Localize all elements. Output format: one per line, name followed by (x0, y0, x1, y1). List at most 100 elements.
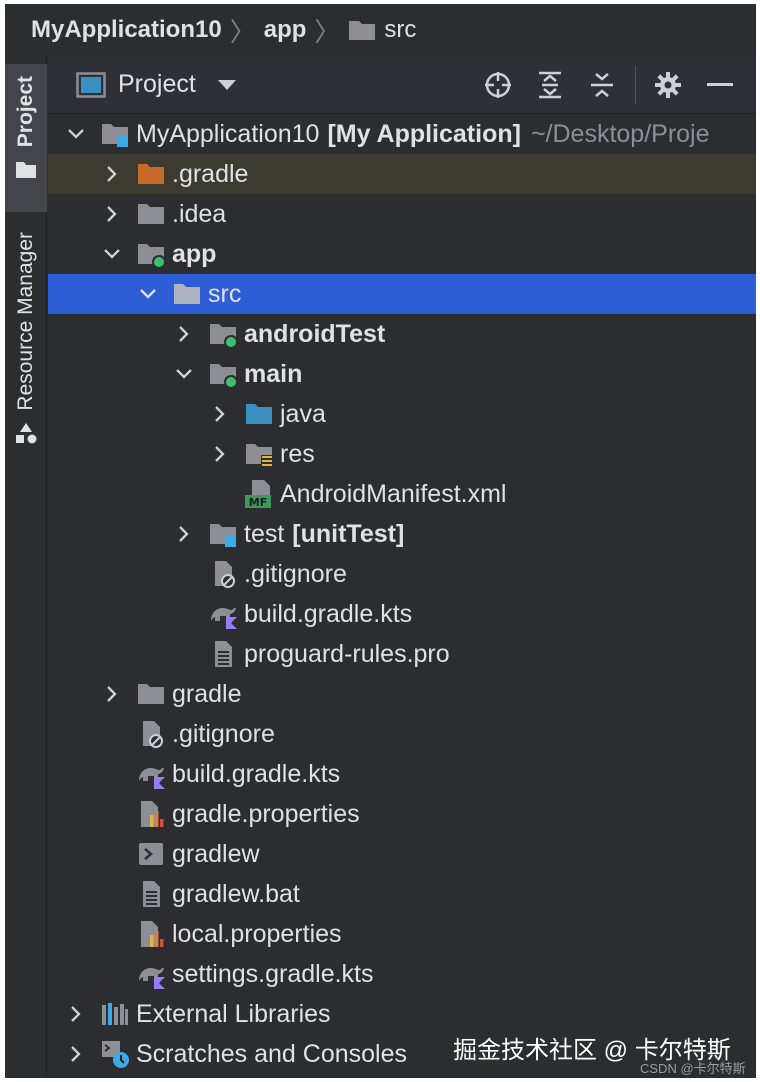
library-icon (100, 999, 130, 1029)
chevron-right-icon[interactable] (174, 324, 194, 344)
project-view-icon (76, 71, 106, 98)
source-set-folder-icon (208, 319, 238, 349)
toolbar-divider (635, 66, 636, 104)
tree-row[interactable]: main (48, 354, 756, 394)
source-set-folder-icon (208, 359, 238, 389)
tree-row[interactable]: MF AndroidManifest.xml (48, 474, 756, 514)
properties-file-icon (136, 799, 166, 829)
tree-label: java (280, 399, 326, 428)
test-folder-icon (208, 519, 238, 549)
tree-row-root[interactable]: MyApplication10 [My Application] ~/Deskt… (48, 114, 756, 154)
chevron-right-icon[interactable] (66, 1044, 86, 1064)
tree-label: local.properties (172, 919, 342, 948)
hide-icon[interactable] (704, 69, 736, 101)
chevron-down-icon[interactable] (102, 244, 122, 264)
chevron-down-icon[interactable] (138, 284, 158, 304)
chevron-down-icon[interactable] (66, 124, 86, 144)
tree-row[interactable]: local.properties (48, 914, 756, 954)
module-name: [My Application] (327, 119, 521, 148)
project-panel: Project MyApplication10 [My Application]… (48, 56, 756, 1078)
tree-label: app (172, 239, 217, 268)
tree-row[interactable]: .gitignore (48, 714, 756, 754)
tree-label: androidTest (244, 319, 386, 348)
scratches-icon (100, 1039, 130, 1069)
breadcrumb-project[interactable]: MyApplication10 (31, 16, 222, 44)
tree-row[interactable]: gradle (48, 674, 756, 714)
chevron-right-icon[interactable] (174, 524, 194, 544)
tree-row[interactable]: androidTest (48, 314, 756, 354)
module-folder-icon (136, 239, 166, 269)
tree-row[interactable]: .idea (48, 194, 756, 234)
tree-label: main (244, 359, 303, 388)
tree-row[interactable]: settings.gradle.kts (48, 954, 756, 994)
chevron-right-icon[interactable] (66, 1004, 86, 1024)
project-tab-label: Project (14, 76, 37, 148)
project-view-title[interactable]: Project (118, 70, 196, 99)
tree-row[interactable]: test [unitTest] (48, 514, 756, 554)
expand-all-icon[interactable] (534, 69, 566, 101)
breadcrumb-separator: 〉 (229, 16, 256, 47)
tree-label: gradlew (172, 839, 260, 868)
tree-label: External Libraries (136, 999, 331, 1028)
tree-row[interactable]: gradlew.bat (48, 874, 756, 914)
gear-icon[interactable] (652, 69, 684, 101)
chevron-right-icon[interactable] (102, 204, 122, 224)
chevron-down-icon[interactable] (217, 79, 236, 90)
tree-row[interactable]: gradlew (48, 834, 756, 874)
tree-label: res (280, 439, 315, 468)
tree-label: test (244, 519, 285, 548)
project-path: ~/Desktop/Proje (530, 119, 710, 148)
breadcrumb-module[interactable]: app (264, 16, 307, 44)
chevron-right-icon[interactable] (210, 404, 230, 424)
resource-manager-tab-label: Resource Manager (14, 232, 37, 411)
manifest-file-icon: MF (244, 479, 274, 509)
tree-label: MyApplication10 (136, 119, 320, 148)
tree-row[interactable]: .gitignore (48, 554, 756, 594)
source-folder-icon (244, 399, 274, 429)
tree-label: .gradle (172, 159, 249, 188)
shell-script-icon (136, 839, 166, 869)
chevron-right-icon[interactable] (102, 684, 122, 704)
ignore-file-icon (208, 559, 238, 589)
chevron-down-icon[interactable] (174, 364, 194, 384)
breadcrumb-folder[interactable]: src (384, 16, 416, 44)
ignore-file-icon (136, 719, 166, 749)
excluded-folder-icon (136, 159, 166, 189)
tree-label: src (208, 279, 242, 308)
tree-label: build.gradle.kts (172, 759, 341, 788)
project-tool-tab[interactable]: Project (5, 64, 47, 212)
folder-icon (348, 19, 376, 41)
tree-row[interactable]: build.gradle.kts (48, 754, 756, 794)
tree-row[interactable]: External Libraries (48, 994, 756, 1034)
breadcrumb-separator: 〉 (314, 16, 341, 47)
module-folder-icon (100, 119, 130, 149)
manifest-badge: MF (249, 496, 267, 509)
tree-row[interactable]: build.gradle.kts (48, 594, 756, 634)
folder-icon (172, 279, 202, 309)
select-opened-file-icon[interactable] (482, 69, 514, 101)
chevron-right-icon[interactable] (102, 164, 122, 184)
tool-window-stripe: Project Resource Manager (5, 56, 47, 1078)
chevron-right-icon[interactable] (210, 444, 230, 464)
tree-row[interactable]: gradle.properties (48, 794, 756, 834)
tree-row[interactable]: .gradle (48, 154, 756, 194)
tree-row[interactable]: java (48, 394, 756, 434)
tree-label: .gitignore (244, 559, 347, 588)
tree-row[interactable]: res (48, 434, 756, 474)
collapse-all-icon[interactable] (586, 69, 618, 101)
test-tag: [unitTest] (292, 519, 405, 548)
resource-manager-tool-tab[interactable]: Resource Manager (5, 226, 47, 466)
tree-label: proguard-rules.pro (244, 639, 450, 668)
shapes-icon (14, 421, 38, 450)
tree-row-selected[interactable]: src (48, 274, 756, 314)
ide-window: MyApplication10 〉 app 〉 src Project Reso… (5, 4, 756, 1078)
tree-row[interactable]: app (48, 234, 756, 274)
tree-label: AndroidManifest.xml (280, 479, 507, 508)
gradle-kotlin-icon (208, 599, 238, 629)
folder-icon (136, 679, 166, 709)
tree-label: gradle (172, 679, 242, 708)
properties-file-icon (136, 919, 166, 949)
tree-label: .gitignore (172, 719, 275, 748)
tree-label: gradlew.bat (172, 879, 300, 908)
tree-row[interactable]: proguard-rules.pro (48, 634, 756, 674)
